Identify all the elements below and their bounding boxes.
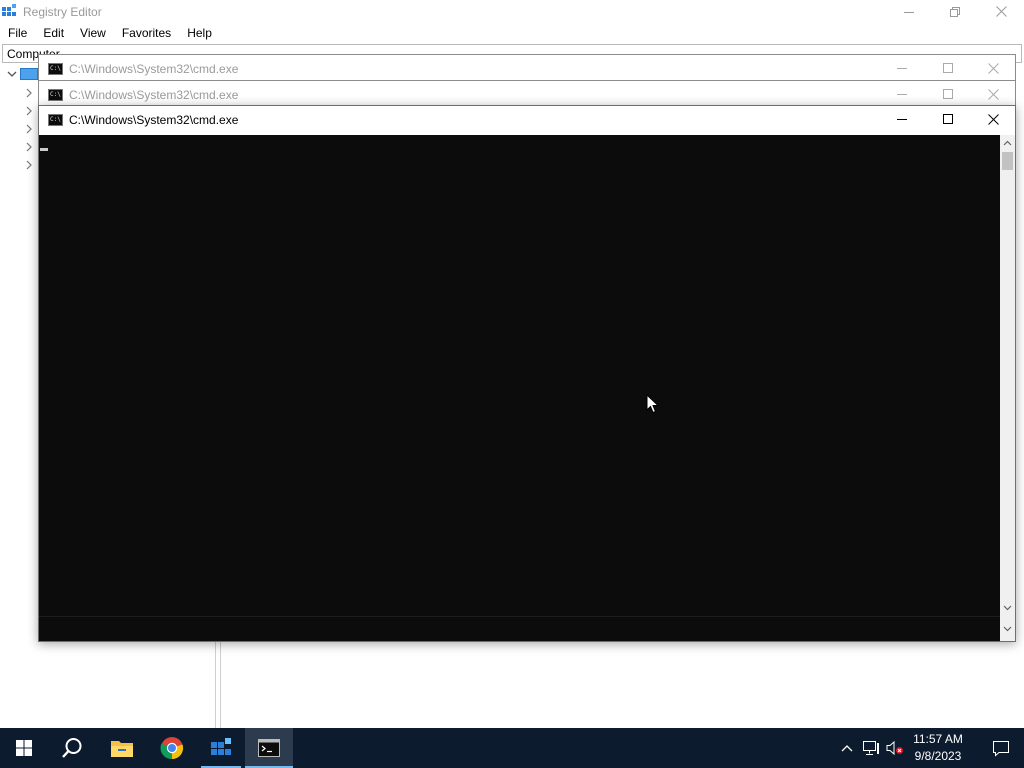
notification-icon [993, 740, 1009, 757]
chevron-up-icon [841, 745, 853, 752]
chevron-down-icon [1003, 605, 1012, 611]
cmd-console-bottom-area[interactable] [39, 616, 1000, 641]
cmd-window-title: C:\Windows\System32\cmd.exe [69, 113, 239, 127]
console-text-cursor [40, 148, 48, 151]
scroll-down-button[interactable] [1000, 600, 1015, 616]
close-icon [995, 6, 1007, 17]
cmd-window-active[interactable]: C:\ C:\Windows\System32\cmd.exe [38, 105, 1016, 642]
registry-editor-app-icon [2, 4, 16, 16]
minimize-icon [897, 68, 907, 69]
registry-editor-title: Registry Editor [23, 5, 102, 19]
cmd-maximize-button[interactable] [925, 55, 971, 81]
close-icon [987, 62, 999, 74]
cmd-minimize-button[interactable] [879, 106, 925, 132]
cmd-close-button[interactable] [970, 106, 1016, 132]
cmd-maximize-button[interactable] [925, 106, 971, 132]
start-icon [16, 740, 32, 756]
cmd-window-title: C:\Windows\System32\cmd.exe [69, 62, 239, 76]
chevron-up-icon [1003, 140, 1012, 146]
action-center-button[interactable] [978, 728, 1024, 768]
menu-file[interactable]: File [0, 24, 35, 43]
maximize-icon [943, 89, 953, 99]
minimize-icon [904, 11, 914, 13]
scroll-up-button[interactable] [1000, 135, 1015, 151]
registry-close-button[interactable] [978, 0, 1024, 23]
registry-menubar: File Edit View Favorites Help [0, 24, 1024, 43]
menu-help[interactable]: Help [179, 24, 220, 43]
network-icon [863, 741, 879, 755]
tray-show-hidden-icons-button[interactable] [838, 740, 856, 756]
cmd-maximize-button[interactable] [925, 81, 971, 107]
cmd-close-button[interactable] [970, 81, 1016, 107]
cmd-window-background-1[interactable]: C:\ C:\Windows\System32\cmd.exe [38, 54, 1016, 84]
computer-icon [20, 68, 38, 80]
menu-favorites[interactable]: Favorites [114, 24, 179, 43]
taskbar-registry-editor[interactable] [197, 728, 245, 768]
cmd-icon [258, 739, 280, 757]
registry-editor-titlebar[interactable]: Registry Editor [0, 0, 1024, 23]
volume-muted-icon [886, 740, 903, 756]
registry-editor-icon [211, 738, 231, 755]
close-icon [987, 113, 999, 125]
tray-volume-button[interactable] [886, 740, 904, 756]
search-icon [62, 738, 82, 758]
tree-collapse-chevron-right-icon[interactable] [24, 88, 34, 98]
menu-edit[interactable]: Edit [35, 24, 72, 43]
taskbar-file-explorer[interactable] [98, 728, 146, 768]
registry-minimize-button[interactable] [886, 0, 932, 23]
cmd-app-icon: C:\ [48, 114, 63, 126]
cmd-console-area[interactable] [39, 135, 1000, 616]
minimize-icon [897, 119, 907, 120]
cmd-titlebar[interactable]: C:\ C:\Windows\System32\cmd.exe [39, 106, 1015, 135]
cmd-close-button[interactable] [970, 55, 1016, 81]
cmd-scroll-corner[interactable] [1000, 616, 1015, 641]
start-button[interactable] [0, 728, 48, 768]
tree-collapse-chevron-right-icon[interactable] [24, 124, 34, 134]
cmd-window-background-2[interactable]: C:\ C:\Windows\System32\cmd.exe [38, 80, 1016, 110]
search-button[interactable] [48, 728, 96, 768]
tree-collapse-chevron-right-icon[interactable] [24, 106, 34, 116]
cmd-minimize-button[interactable] [879, 55, 925, 81]
cmd-app-icon: C:\ [48, 63, 63, 75]
maximize-icon [943, 63, 953, 73]
chevron-down-icon [1003, 626, 1012, 631]
cmd-vertical-scrollbar[interactable] [1000, 135, 1015, 616]
taskbar-clock[interactable]: 11:57 AM 9/8/2023 [904, 731, 972, 767]
cmd-minimize-button[interactable] [879, 81, 925, 107]
taskbar-chrome[interactable] [148, 728, 196, 768]
tray-network-button[interactable] [862, 740, 880, 756]
tree-collapse-chevron-right-icon[interactable] [24, 160, 34, 170]
menu-view[interactable]: View [72, 24, 114, 43]
close-icon [987, 88, 999, 100]
mouse-pointer-icon [646, 394, 659, 414]
clock-time: 11:57 AM [913, 732, 963, 746]
tree-collapse-chevron-right-icon[interactable] [24, 142, 34, 152]
registry-restore-button[interactable] [932, 0, 978, 23]
chrome-icon [160, 737, 184, 760]
cmd-window-title: C:\Windows\System32\cmd.exe [69, 88, 239, 102]
cmd-app-icon: C:\ [48, 89, 63, 101]
taskbar-cmd[interactable] [245, 728, 293, 768]
file-explorer-icon [111, 741, 133, 757]
restore-icon [950, 6, 960, 17]
taskbar: 11:57 AM 9/8/2023 [0, 728, 1024, 768]
minimize-icon [897, 94, 907, 95]
clock-date: 9/8/2023 [914, 749, 962, 763]
scrollbar-thumb[interactable] [1002, 152, 1013, 170]
tree-expand-chevron-down-icon[interactable] [7, 69, 17, 79]
maximize-icon [943, 114, 953, 124]
